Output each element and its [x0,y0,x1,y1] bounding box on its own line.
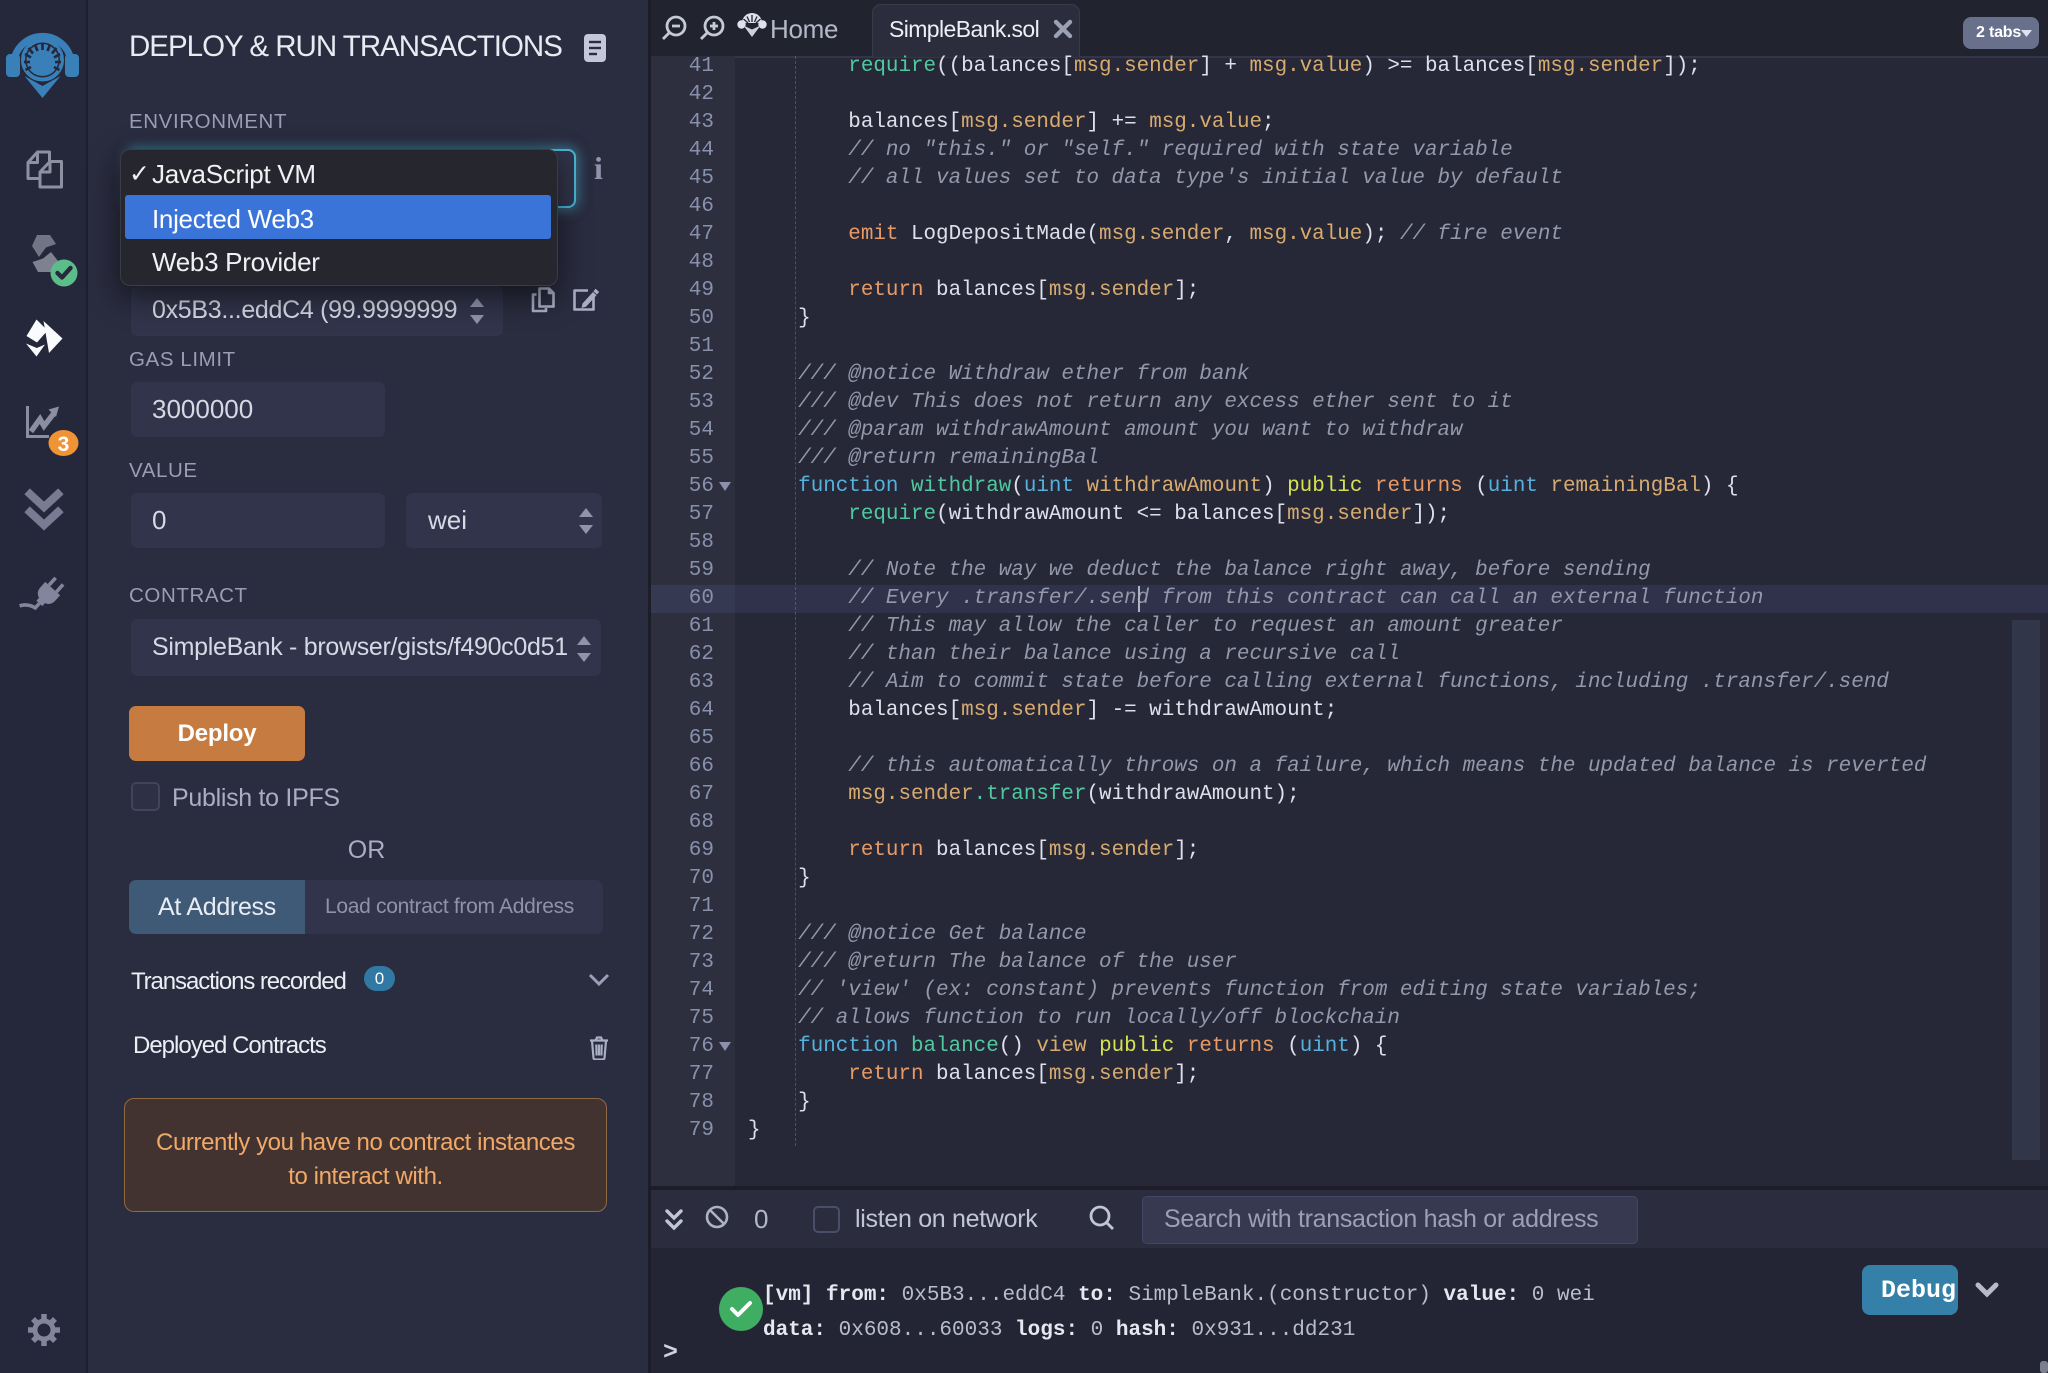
svg-text:3: 3 [58,433,70,456]
